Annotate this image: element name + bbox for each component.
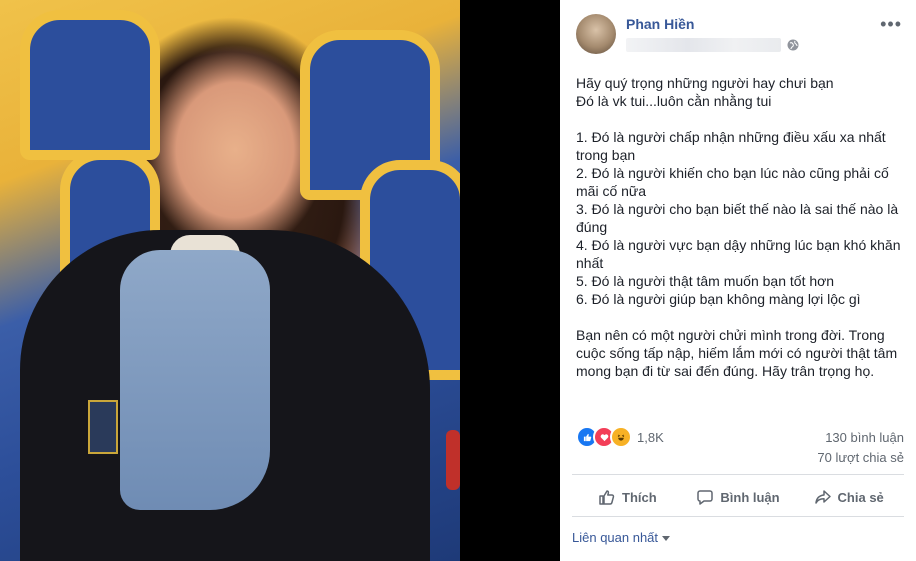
share-button[interactable]: Chia sẻ	[793, 480, 904, 514]
post-line: 5. Đó là người thật tâm muốn bạn tốt hơn	[576, 273, 835, 289]
post-meta	[626, 37, 799, 53]
action-bar: Thích Bình luận Chia sẻ	[572, 480, 904, 514]
avatar[interactable]	[576, 14, 616, 54]
post-photo[interactable]	[0, 0, 460, 561]
comment-sort-dropdown[interactable]: Liên quan nhất	[572, 530, 671, 545]
share-label: Chia sẻ	[837, 489, 884, 505]
timestamp-redacted[interactable]	[626, 38, 781, 52]
haha-icon	[610, 426, 632, 448]
like-button[interactable]: Thích	[572, 480, 683, 514]
share-count[interactable]: 70 lượt chia sẻ	[817, 448, 904, 468]
comment-label: Bình luận	[720, 489, 780, 505]
post-line: Đó là vk tui...luôn cằn nhằng tui	[576, 93, 772, 109]
post-line: 2. Đó là người khiến cho bạn lúc nào cũn…	[576, 165, 889, 199]
more-options-icon[interactable]: •••	[880, 14, 902, 35]
lanyard-badge	[88, 400, 118, 454]
comment-sort-label: Liên quan nhất	[572, 530, 659, 545]
divider	[572, 516, 904, 517]
globe-icon	[787, 39, 799, 51]
post-line: 3. Đó là người cho bạn biết thế nào là s…	[576, 201, 899, 235]
post-line: 6. Đó là người giúp bạn không màng lợi l…	[576, 291, 861, 307]
subject-scarf	[120, 250, 270, 510]
engagement-stats: 130 bình luận 70 lượt chia sẻ	[817, 428, 904, 468]
post-line: 1. Đó là người chấp nhận những điều xấu …	[576, 129, 886, 163]
comment-icon	[697, 490, 714, 505]
share-icon	[814, 490, 831, 504]
caret-down-icon	[662, 536, 671, 542]
divider	[572, 474, 904, 475]
post-line: Bạn nên có một người chửi mình trong đời…	[576, 327, 898, 379]
post-line: 4. Đó là người vực bạn dậy những lúc bạn…	[576, 237, 901, 271]
comment-count[interactable]: 130 bình luận	[817, 428, 904, 448]
thumbs-up-icon	[599, 490, 615, 505]
like-label: Thích	[622, 489, 657, 505]
reactions-summary[interactable]: 1,8K	[576, 426, 664, 448]
post-text: Hãy quý trọng những người hay chưi bạn Đ…	[576, 74, 906, 380]
post-line: Hãy quý trọng những người hay chưi bạn	[576, 75, 834, 91]
author-name[interactable]: Phan Hiền	[626, 16, 694, 32]
comment-button[interactable]: Bình luận	[683, 480, 794, 514]
reaction-count: 1,8K	[637, 429, 664, 445]
background-chair	[20, 10, 160, 160]
background-stool	[446, 430, 460, 490]
post-panel: Phan Hiền ••• Hãy quý trọng những người …	[560, 0, 916, 561]
